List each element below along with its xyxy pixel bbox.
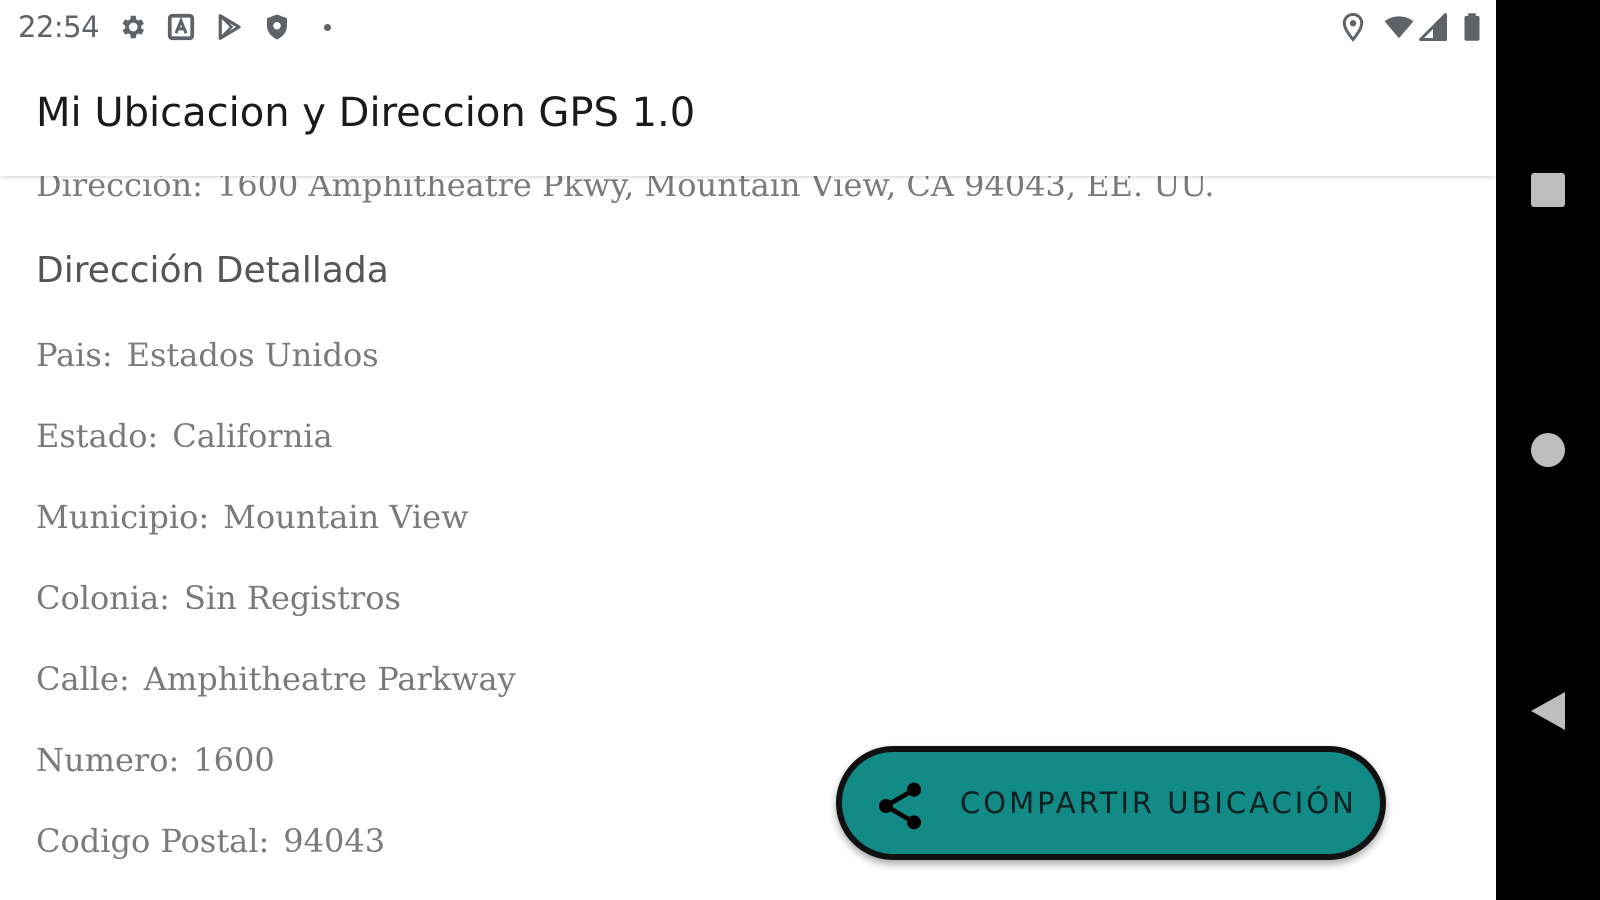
detail-label: Estado: — [36, 417, 159, 455]
detail-row-numero: Numero: 1600 — [36, 741, 275, 779]
detail-label: Numero: — [36, 741, 180, 779]
detail-row-codigo-postal: Codigo Postal: 94043 — [36, 822, 385, 860]
detail-row-municipio: Municipio: Mountain View — [36, 498, 468, 536]
shield-icon — [267, 14, 287, 40]
detail-value: Estados Unidos — [126, 336, 379, 374]
status-bar: 22:54 — [0, 0, 1496, 54]
wifi-icon — [1384, 16, 1414, 39]
detail-label: Municipio: — [36, 498, 210, 536]
detail-label: Colonia: — [36, 579, 170, 617]
detail-label: Pais: — [36, 336, 113, 374]
share-location-button[interactable]: COMPARTIR UBICACIÓN — [836, 746, 1386, 860]
back-button[interactable] — [1496, 670, 1600, 750]
section-title: Dirección Detallada — [36, 250, 389, 291]
detail-value: 94043 — [283, 822, 386, 860]
navigation-bar — [1496, 0, 1600, 900]
notification-dot-icon — [324, 24, 331, 31]
app-screen: 22:54 Mi Ubicacion y Direccion GPS 1.0 D… — [0, 0, 1600, 900]
back-triangle-icon — [1531, 692, 1565, 730]
app-bar: Mi Ubicacion y Direccion GPS 1.0 — [0, 54, 1496, 176]
detail-value: California — [172, 417, 333, 455]
detail-row-estado: Estado: California — [36, 417, 333, 455]
a-badge-icon — [167, 13, 195, 41]
detail-value: Amphitheatre Parkway — [143, 660, 516, 698]
detail-label: Codigo Postal: — [36, 822, 270, 860]
detail-value: Sin Registros — [183, 579, 401, 617]
recents-square-icon — [1531, 173, 1565, 207]
share-icon — [879, 782, 921, 830]
home-button[interactable] — [1496, 410, 1600, 490]
status-time: 22:54 — [18, 10, 100, 44]
detail-row-colonia: Colonia: Sin Registros — [36, 579, 401, 617]
detail-row-calle: Calle: Amphitheatre Parkway — [36, 660, 516, 698]
address-row: Dirección: 1600 Amphitheatre Pkwy, Mounta… — [36, 176, 1214, 204]
detail-value: 1600 — [193, 741, 275, 779]
address-value: 1600 Amphitheatre Pkwy, Mountain View, C… — [216, 176, 1215, 204]
recents-button[interactable] — [1496, 150, 1600, 230]
app-title: Mi Ubicacion y Direccion GPS 1.0 — [36, 90, 696, 136]
gear-icon — [122, 15, 144, 39]
home-circle-icon — [1531, 433, 1565, 467]
location-pin-icon — [1342, 12, 1364, 42]
detail-row-pais: Pais: Estados Unidos — [36, 336, 379, 374]
cellular-signal-icon — [1419, 13, 1447, 41]
address-label: Dirección: — [36, 176, 203, 204]
detail-value: Mountain View — [223, 498, 469, 536]
share-location-label: COMPARTIR UBICACIÓN — [960, 786, 1357, 820]
detail-label: Calle: — [36, 660, 130, 698]
play-store-icon — [218, 14, 241, 40]
battery-icon — [1464, 13, 1480, 41]
